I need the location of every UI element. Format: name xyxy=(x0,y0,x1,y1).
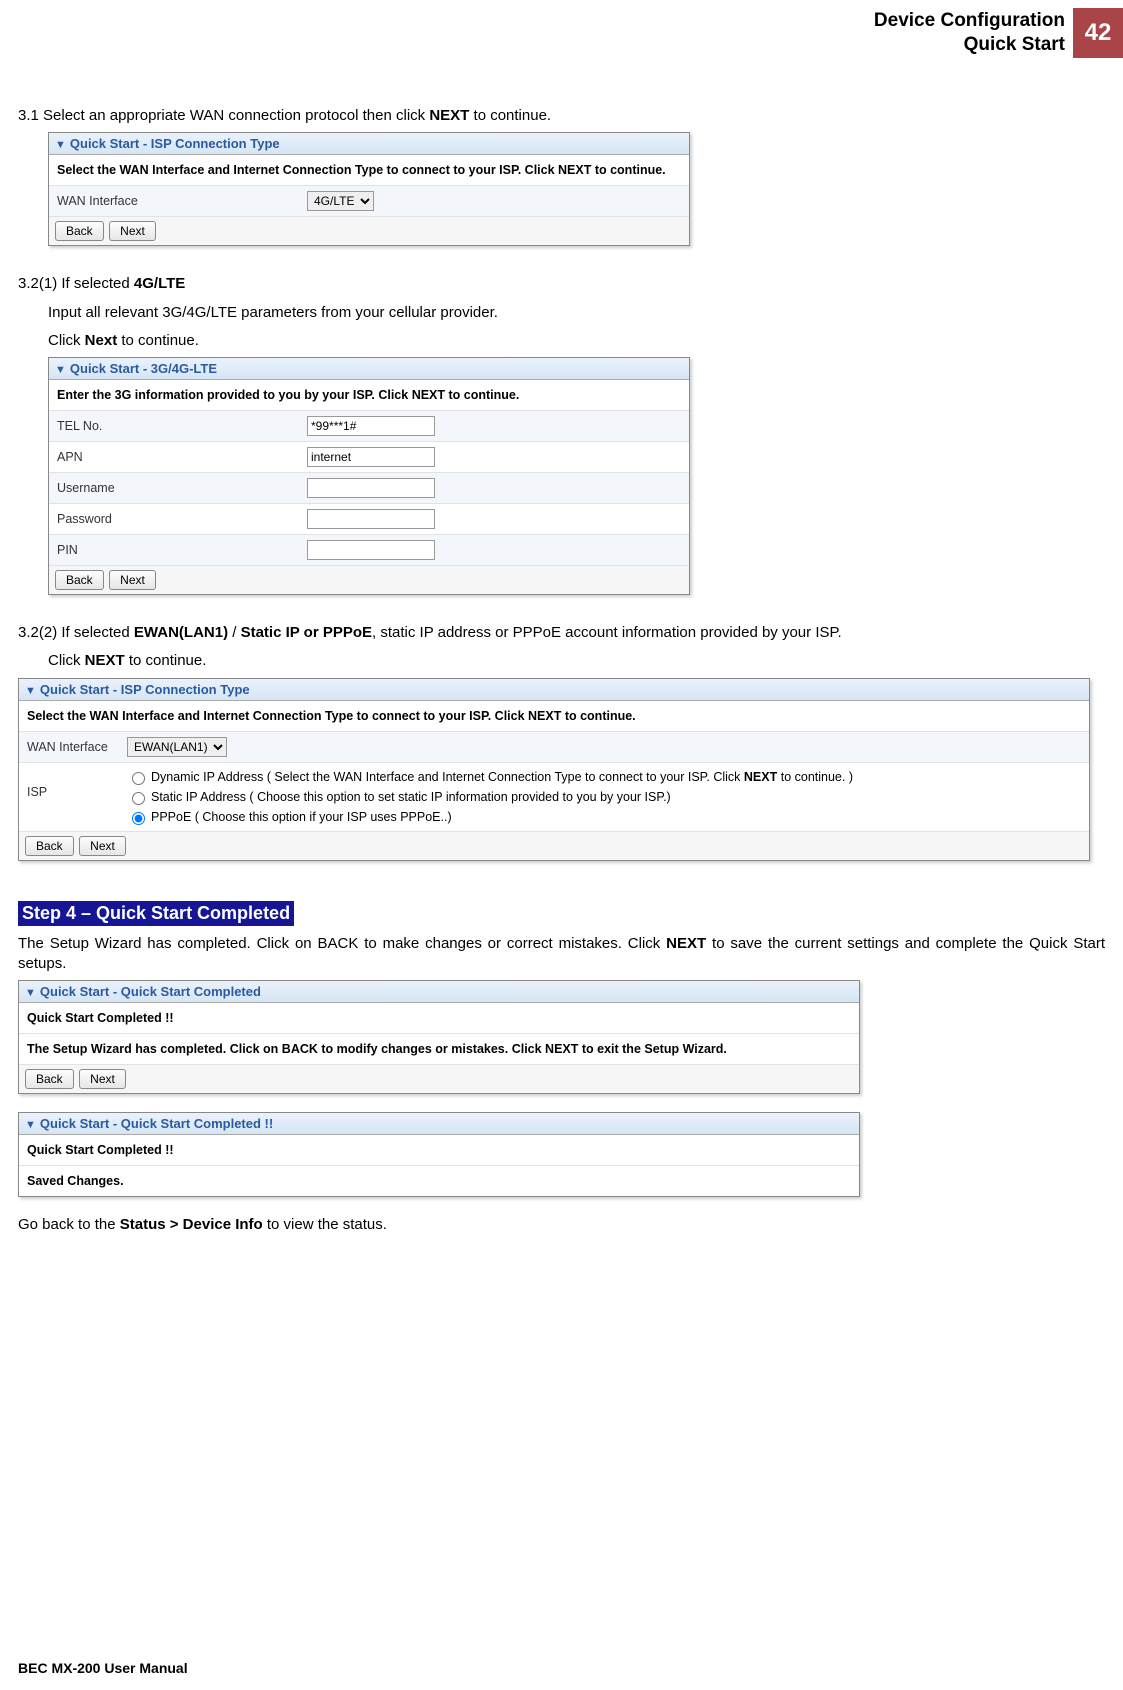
header-line1: Device Configuration xyxy=(874,9,1065,33)
isp-label: ISP xyxy=(27,767,127,799)
back-button[interactable]: Back xyxy=(55,570,104,590)
next-button[interactable]: Next xyxy=(109,570,156,590)
footer-manual-title: BEC MX-200 User Manual xyxy=(0,1640,206,1690)
panel-header: ▼Quick Start - ISP Connection Type xyxy=(19,679,1089,701)
instruction-row: Select the WAN Interface and Internet Co… xyxy=(19,701,1089,732)
step-4-banner: Step 4 – Quick Start Completed xyxy=(18,901,294,926)
step-4-paragraph: The Setup Wizard has completed. Click on… xyxy=(18,934,1105,975)
username-label: Username xyxy=(57,481,307,495)
page-header: Device Configuration Quick Start 42 xyxy=(0,0,1123,58)
username-input[interactable] xyxy=(307,478,435,498)
instruction-row: Enter the 3G information provided to you… xyxy=(49,380,689,411)
panel-isp-connection-2: ▼Quick Start - ISP Connection Type Selec… xyxy=(18,678,1090,861)
panel-header: ▼Quick Start - 3G/4G-LTE xyxy=(49,358,689,380)
completed-line2: The Setup Wizard has completed. Click on… xyxy=(19,1034,859,1065)
apn-input[interactable] xyxy=(307,447,435,467)
wan-interface-label: WAN Interface xyxy=(57,194,307,208)
password-label: Password xyxy=(57,512,307,526)
chevron-down-icon: ▼ xyxy=(55,139,66,151)
radio-static-ip[interactable] xyxy=(132,792,145,805)
panel-3g-4g-lte: ▼Quick Start - 3G/4G-LTE Enter the 3G in… xyxy=(48,357,690,595)
pin-input[interactable] xyxy=(307,540,435,560)
pin-label: PIN xyxy=(57,543,307,557)
header-line2: Quick Start xyxy=(874,33,1065,57)
next-button[interactable]: Next xyxy=(79,1069,126,1089)
instruction-row: Select the WAN Interface and Internet Co… xyxy=(49,155,689,186)
step-3-2-2-line2: Click NEXT to continue. xyxy=(48,651,1105,671)
panel-isp-connection-1: ▼Quick Start - ISP Connection Type Selec… xyxy=(48,132,690,246)
chevron-down-icon: ▼ xyxy=(25,987,36,999)
back-button[interactable]: Back xyxy=(55,221,104,241)
step-3-2-1-line2: Click Next to continue. xyxy=(48,331,1105,351)
panel-header: ▼Quick Start - ISP Connection Type xyxy=(49,133,689,155)
next-button[interactable]: Next xyxy=(109,221,156,241)
back-button[interactable]: Back xyxy=(25,836,74,856)
radio-dynamic-ip[interactable] xyxy=(132,772,145,785)
back-button[interactable]: Back xyxy=(25,1069,74,1089)
chevron-down-icon: ▼ xyxy=(55,364,66,376)
wan-interface-select[interactable]: EWAN(LAN1) xyxy=(127,737,227,757)
chevron-down-icon: ▼ xyxy=(25,1119,36,1131)
page-number-badge: 42 xyxy=(1073,8,1123,58)
isp-option-pppoe[interactable]: PPPoE ( Choose this option if your ISP u… xyxy=(127,807,1081,827)
step-3-2-1-line1: Input all relevant 3G/4G/LTE parameters … xyxy=(48,303,1105,323)
panel-quick-start-completed-2: ▼Quick Start - Quick Start Completed !! … xyxy=(18,1112,860,1197)
completed-line1: Quick Start Completed !! xyxy=(19,1135,859,1166)
password-input[interactable] xyxy=(307,509,435,529)
tel-input[interactable] xyxy=(307,416,435,436)
chevron-down-icon: ▼ xyxy=(25,685,36,697)
wan-interface-row: WAN Interface 4G/LTE xyxy=(49,186,689,217)
panel-header: ▼Quick Start - Quick Start Completed !! xyxy=(19,1113,859,1135)
isp-option-dynamic[interactable]: Dynamic IP Address ( Select the WAN Inte… xyxy=(127,767,1081,787)
panel-quick-start-completed-1: ▼Quick Start - Quick Start Completed Qui… xyxy=(18,980,860,1094)
tel-label: TEL No. xyxy=(57,419,307,433)
wan-interface-select[interactable]: 4G/LTE xyxy=(307,191,374,211)
header-title-block: Device Configuration Quick Start xyxy=(874,9,1065,57)
next-button[interactable]: Next xyxy=(79,836,126,856)
panel-header: ▼Quick Start - Quick Start Completed xyxy=(19,981,859,1003)
closing-text: Go back to the Status > Device Info to v… xyxy=(18,1215,1105,1235)
isp-option-static[interactable]: Static IP Address ( Choose this option t… xyxy=(127,787,1081,807)
step-3-2-1-heading: 3.2(1) If selected 4G/LTE xyxy=(18,274,1105,294)
step-3-2-2-heading: 3.2(2) If selected EWAN(LAN1) / Static I… xyxy=(18,623,1105,643)
apn-label: APN xyxy=(57,450,307,464)
completed-line1: Quick Start Completed !! xyxy=(19,1003,859,1034)
completed-line2: Saved Changes. xyxy=(19,1166,859,1196)
radio-pppoe[interactable] xyxy=(132,812,145,825)
step-3-1-text: 3.1 Select an appropriate WAN connection… xyxy=(18,106,1105,126)
wan-interface-label: WAN Interface xyxy=(27,740,127,754)
